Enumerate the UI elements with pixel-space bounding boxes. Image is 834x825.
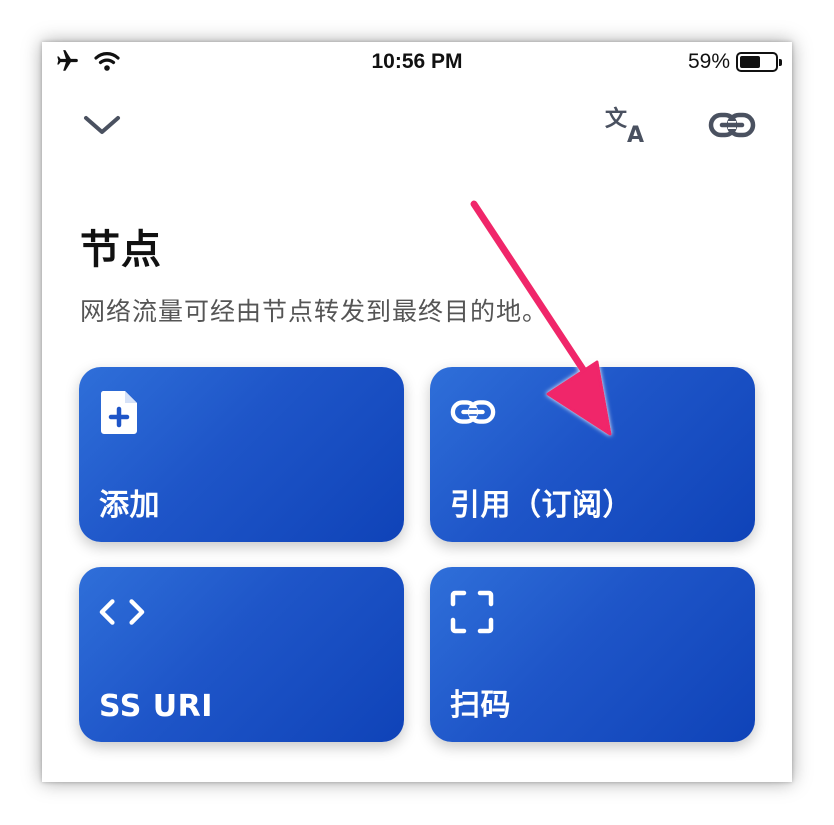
scan-label: 扫码 [450, 688, 511, 723]
ss-uri-card[interactable]: SS URI [79, 567, 404, 742]
battery-percent: 59% [687, 50, 730, 73]
svg-text:文: 文 [605, 106, 628, 132]
subscription-card[interactable]: 引用（订阅） [430, 367, 755, 542]
translate-icon: 文 A [603, 104, 651, 150]
file-add-icon [99, 389, 145, 435]
link-icon [450, 389, 496, 435]
svg-text:A: A [627, 123, 644, 146]
link-button[interactable] [702, 97, 762, 157]
add-node-label: 添加 [99, 488, 160, 523]
subscription-label: 引用（订阅） [450, 488, 633, 523]
scan-icon [450, 589, 496, 635]
collapse-button[interactable] [72, 97, 132, 157]
scan-card[interactable]: 扫码 [430, 567, 755, 742]
ss-uri-label: SS URI [99, 689, 213, 724]
add-node-card[interactable]: 添加 [79, 367, 404, 542]
status-bar: 10:56 PM 59% [42, 42, 792, 84]
page-subtitle: 网络流量可经由节点转发到最终目的地。 [80, 297, 549, 326]
code-icon [99, 589, 145, 635]
battery-level-fill [740, 56, 760, 68]
status-bar-right: 59% [687, 50, 782, 74]
battery-icon [736, 52, 782, 72]
link-icon [708, 110, 756, 144]
page-title: 节点 [80, 227, 162, 273]
battery-cap [779, 59, 782, 66]
chevron-down-icon [82, 113, 122, 141]
status-time: 10:56 PM [371, 50, 463, 73]
nav-bar: 文 A [42, 97, 792, 157]
phone-screen: 10:56 PM 59% 文 A 节点 网络流量可经由节点转发到最终目的地。 添… [42, 42, 792, 782]
translate-button[interactable]: 文 A [597, 97, 657, 157]
